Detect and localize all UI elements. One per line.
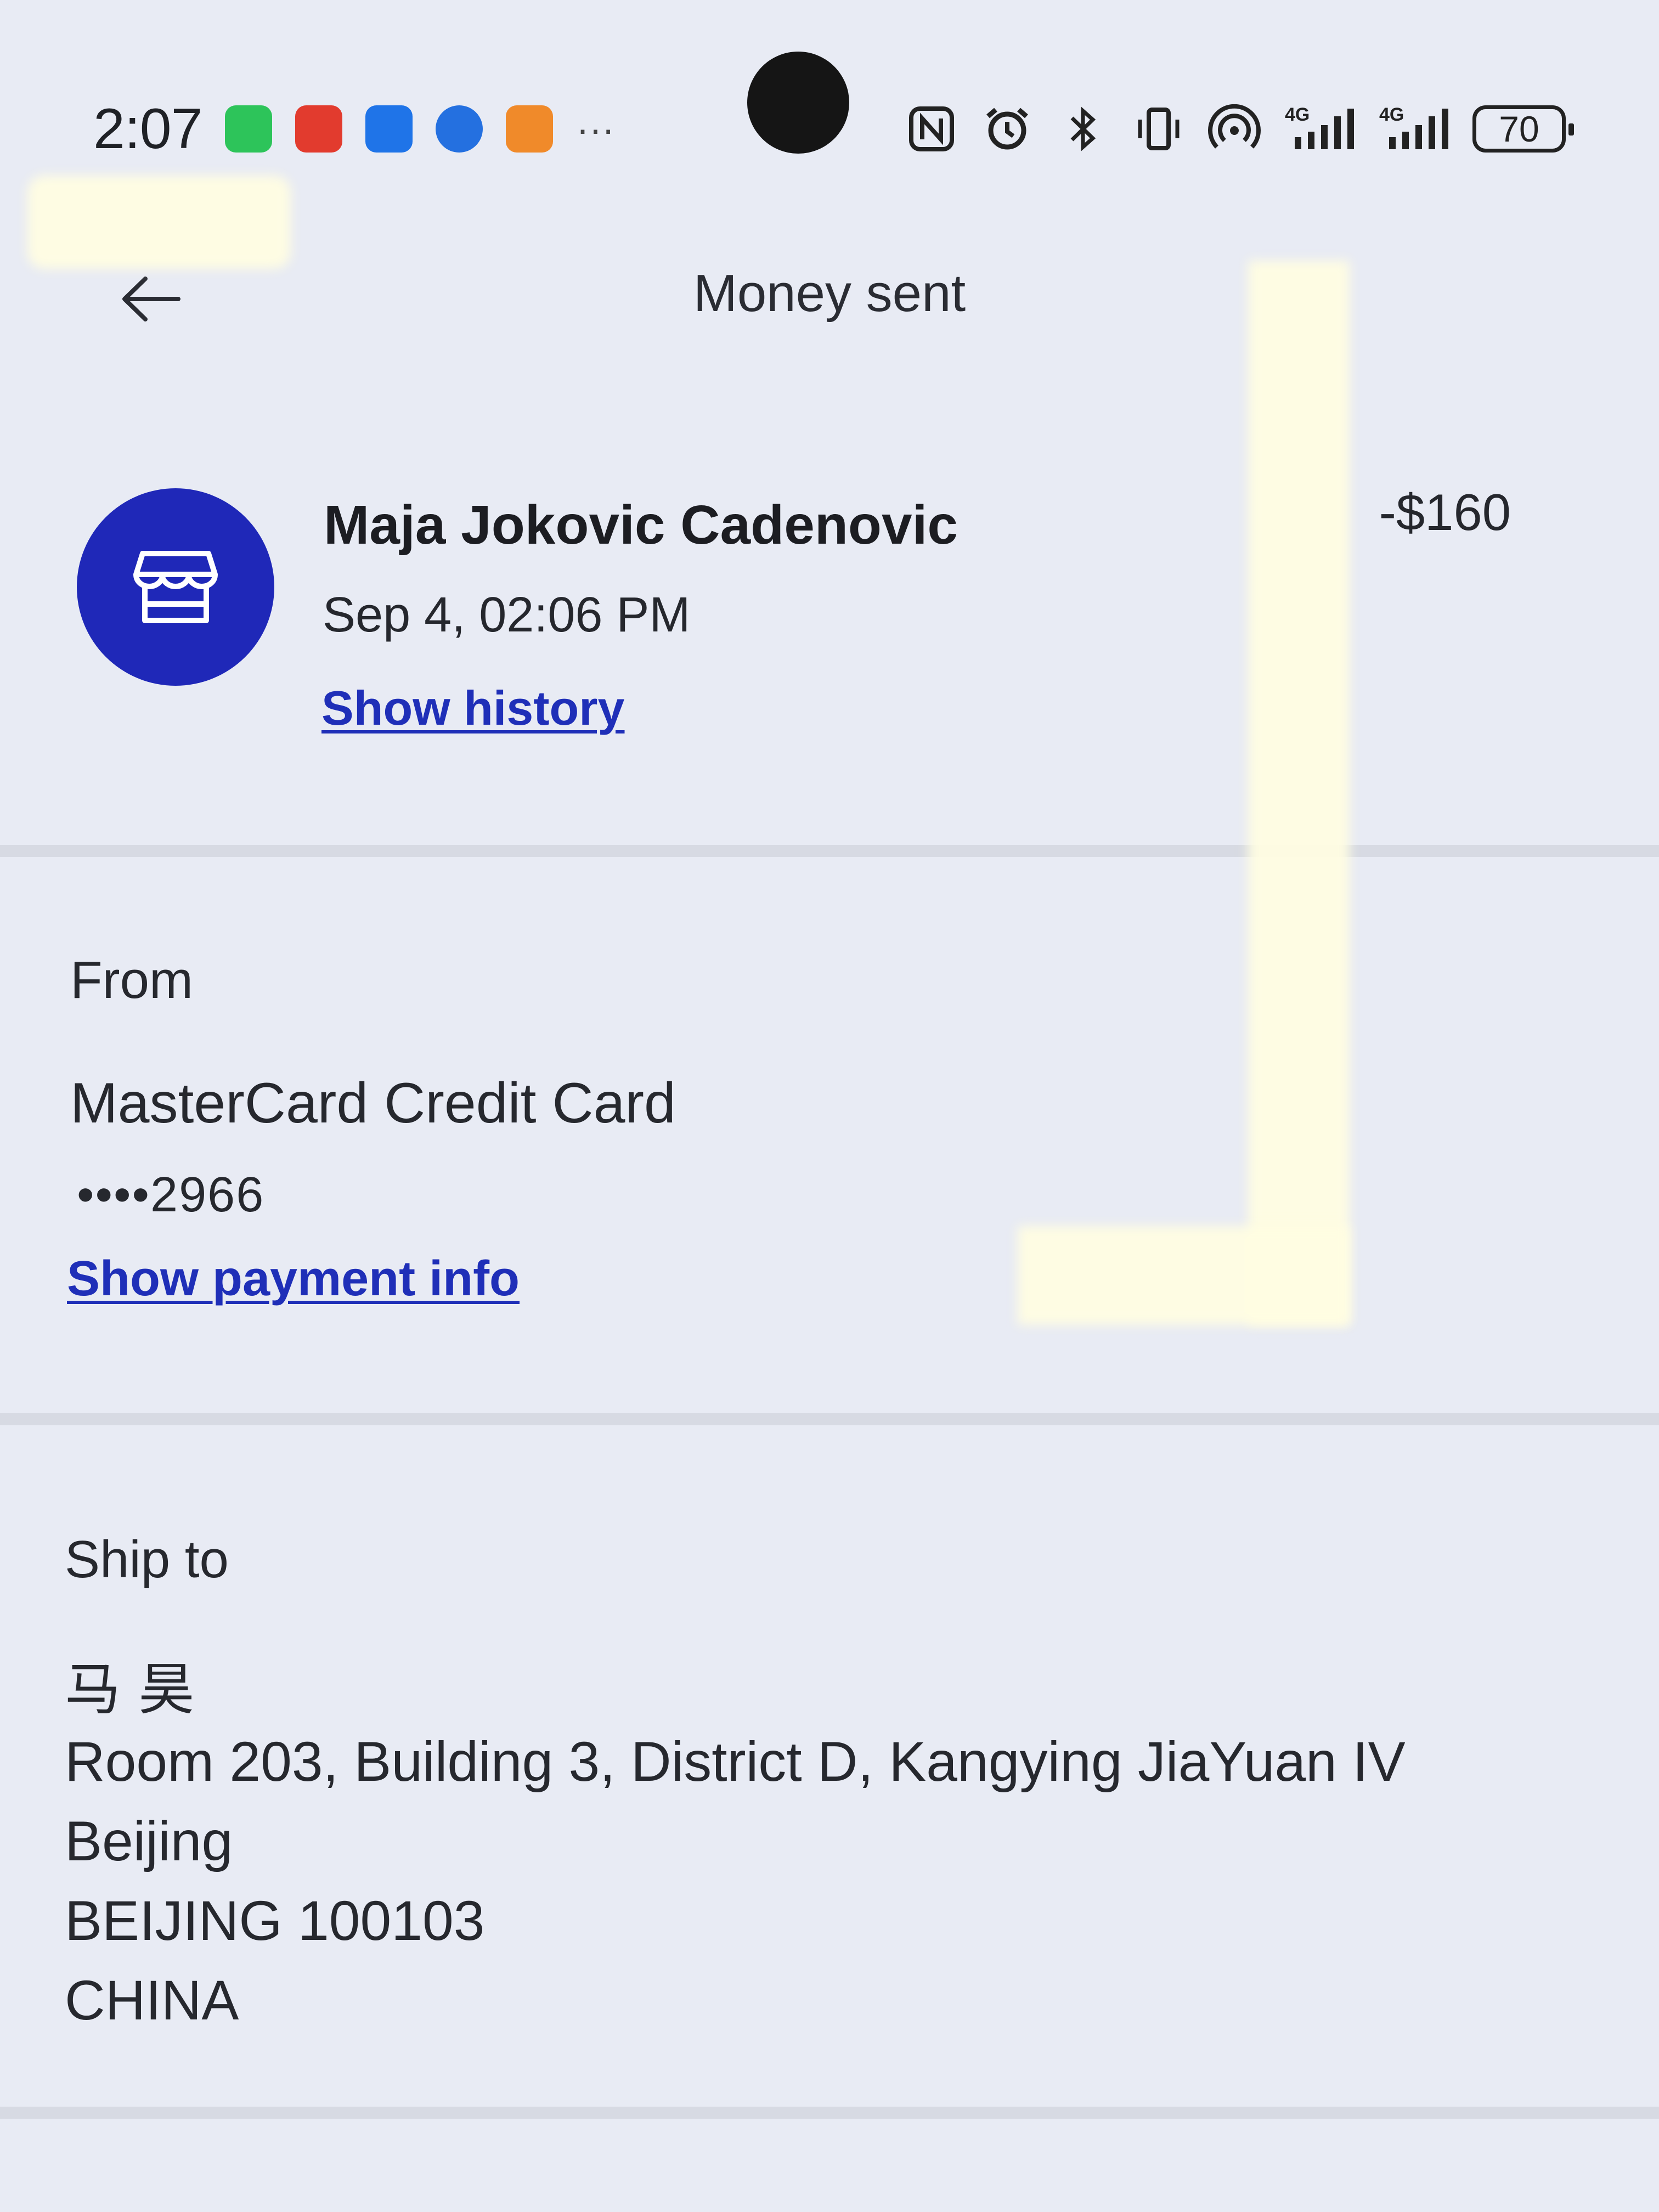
status-right: 4G 4G 70: [905, 103, 1574, 155]
status-left: 2:07 ···: [93, 97, 614, 162]
ship-to-label: Ship to: [65, 1530, 229, 1589]
from-label: From: [70, 951, 193, 1009]
more-notifications-indicator: ···: [576, 108, 615, 150]
section-divider: [0, 1413, 1659, 1425]
hotspot-icon: [1208, 103, 1261, 155]
orange-app-icon: [506, 105, 554, 153]
card-number: ••••2966: [77, 1167, 265, 1222]
svg-text:4G: 4G: [1379, 104, 1404, 125]
browser-icon: [436, 105, 483, 153]
transaction-date: Sep 4, 02:06 PM: [323, 588, 691, 642]
red-app-icon: [295, 105, 343, 153]
svg-text:4G: 4G: [1285, 104, 1310, 125]
address-line: BEIJING 100103: [65, 1889, 485, 1952]
signal-4g-icon: 4G: [1284, 103, 1355, 155]
status-time: 2:07: [93, 97, 202, 161]
from-section: From MasterCard Credit Card ••••2966 Sho…: [0, 857, 1659, 1411]
storefront-icon: [133, 551, 218, 623]
transaction-amount: -$160: [1379, 483, 1511, 541]
recipient-name: 马 昊: [65, 1657, 195, 1723]
alarm-icon: [981, 103, 1034, 155]
transaction-summary: Maja Jokovic Cadenovic Sep 4, 02:06 PM S…: [0, 477, 1659, 817]
vibrate-icon: [1132, 103, 1185, 155]
message-app-icon: [365, 105, 413, 153]
address-line: CHINA: [65, 1969, 239, 2032]
address-line: Beijing: [65, 1810, 233, 1872]
ship-to-section: Ship to 马 昊 Room 203, Building 3, Distri…: [0, 1425, 1659, 2100]
signal-4g-icon: 4G: [1378, 103, 1449, 155]
show-history-link[interactable]: Show history: [321, 680, 625, 736]
nfc-icon: [905, 103, 958, 155]
address-line: Room 203, Building 3, District D, Kangyi…: [65, 1730, 1406, 1793]
camera-cutout: [747, 52, 849, 154]
merchant-name: Maja Jokovic Cadenovic: [324, 494, 958, 556]
page-title: Money sent: [693, 264, 966, 323]
card-name: MasterCard Credit Card: [70, 1071, 676, 1135]
glare-overlay: [1248, 261, 1350, 1325]
phone-screen: 2:07 ··· 4G 4G 70 Money sent Maja Jokovi…: [0, 0, 1659, 2212]
merchant-avatar: [77, 488, 274, 686]
glare-overlay: [1018, 1226, 1350, 1325]
show-payment-info-link[interactable]: Show payment info: [67, 1251, 520, 1307]
section-divider: [0, 845, 1659, 857]
glare-overlay: [27, 176, 291, 269]
bluetooth-icon: [1057, 103, 1109, 155]
section-divider: [0, 2107, 1659, 2119]
battery-indicator: 70: [1472, 105, 1574, 153]
wechat-icon: [225, 105, 273, 153]
